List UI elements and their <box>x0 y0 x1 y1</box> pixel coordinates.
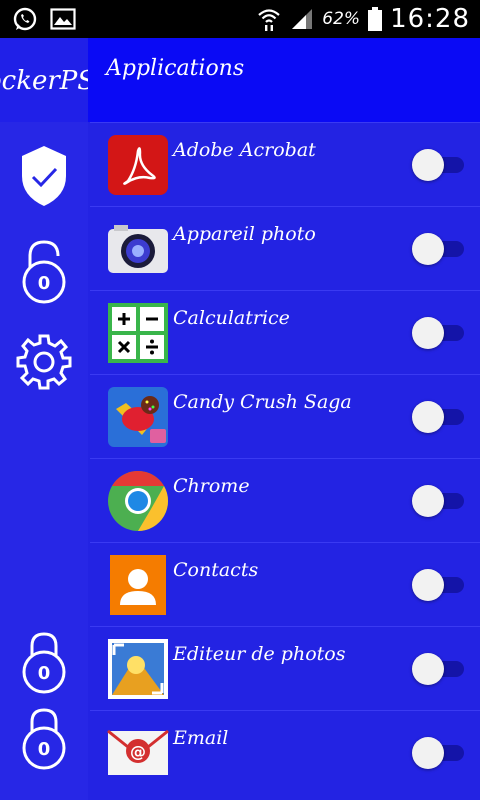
lock-toggle[interactable] <box>410 317 466 349</box>
padlock-icon[interactable]: 0 <box>16 704 72 772</box>
app-label: Contacts <box>173 559 259 581</box>
list-item-adobe-acrobat[interactable]: Adobe Acrobat <box>90 122 480 205</box>
list-item-email[interactable]: @ Email <box>90 710 480 793</box>
lock-toggle[interactable] <box>410 149 466 181</box>
lock-toggle[interactable] <box>410 401 466 433</box>
lock-toggle[interactable] <box>410 737 466 769</box>
app-header: ockerPS Applications <box>0 38 480 122</box>
app-name-area: ockerPS <box>0 38 88 122</box>
unlocked-padlock-icon[interactable]: 0 <box>16 238 72 306</box>
list-item-contacts[interactable]: Contacts <box>90 542 480 625</box>
adobe-acrobat-icon <box>108 135 168 195</box>
svg-text:@: @ <box>130 742 146 761</box>
lock-toggle[interactable] <box>410 485 466 517</box>
page-title: Applications <box>106 56 245 81</box>
app-name: ockerPS <box>0 66 88 96</box>
app-label: Calculatrice <box>173 307 290 329</box>
contacts-icon <box>110 555 166 615</box>
app-label: Adobe Acrobat <box>173 139 316 161</box>
shield-check-icon[interactable] <box>16 142 72 210</box>
lock-toggle[interactable] <box>410 653 466 685</box>
unlocked-count: 0 <box>38 273 51 294</box>
email-icon: @ <box>107 729 169 775</box>
calculator-icon <box>108 303 168 363</box>
photo-editor-icon <box>108 639 168 699</box>
candy-crush-icon <box>108 387 168 447</box>
battery-percent: 62% <box>322 9 361 29</box>
status-bar: 62% 16:28 <box>0 0 480 38</box>
list-item-candy-crush-saga[interactable]: Candy Crush Saga <box>90 374 480 457</box>
signal-icon <box>292 9 313 29</box>
sidebar: 0 0 0 <box>0 122 88 800</box>
app-label: Editeur de photos <box>173 643 346 665</box>
gallery-icon <box>50 8 76 30</box>
chrome-icon <box>108 471 169 531</box>
app-label: Candy Crush Saga <box>173 391 352 413</box>
lock-toggle[interactable] <box>410 569 466 601</box>
app-label: Email <box>173 727 229 749</box>
app-label: Chrome <box>173 475 250 497</box>
camera-icon <box>108 225 168 273</box>
whatsapp-icon <box>13 7 37 31</box>
clock: 16:28 <box>390 4 470 34</box>
app-list: Adobe Acrobat Appareil photo Calculatric… <box>90 122 480 800</box>
settings-gear-icon[interactable] <box>16 328 72 396</box>
list-item-calculatrice[interactable]: Calculatrice <box>90 290 480 373</box>
list-item-chrome[interactable]: Chrome <box>90 458 480 541</box>
app-label: Appareil photo <box>173 223 316 245</box>
lock-toggle[interactable] <box>410 233 466 265</box>
lock-count: 0 <box>38 739 51 760</box>
wifi-icon <box>258 9 281 31</box>
list-item-appareil-photo[interactable]: Appareil photo <box>90 206 480 289</box>
battery-icon <box>368 7 383 31</box>
list-item-editeur-de-photos[interactable]: Editeur de photos <box>90 626 480 709</box>
lock-count: 0 <box>38 663 51 684</box>
padlock-icon[interactable]: 0 <box>16 628 72 696</box>
